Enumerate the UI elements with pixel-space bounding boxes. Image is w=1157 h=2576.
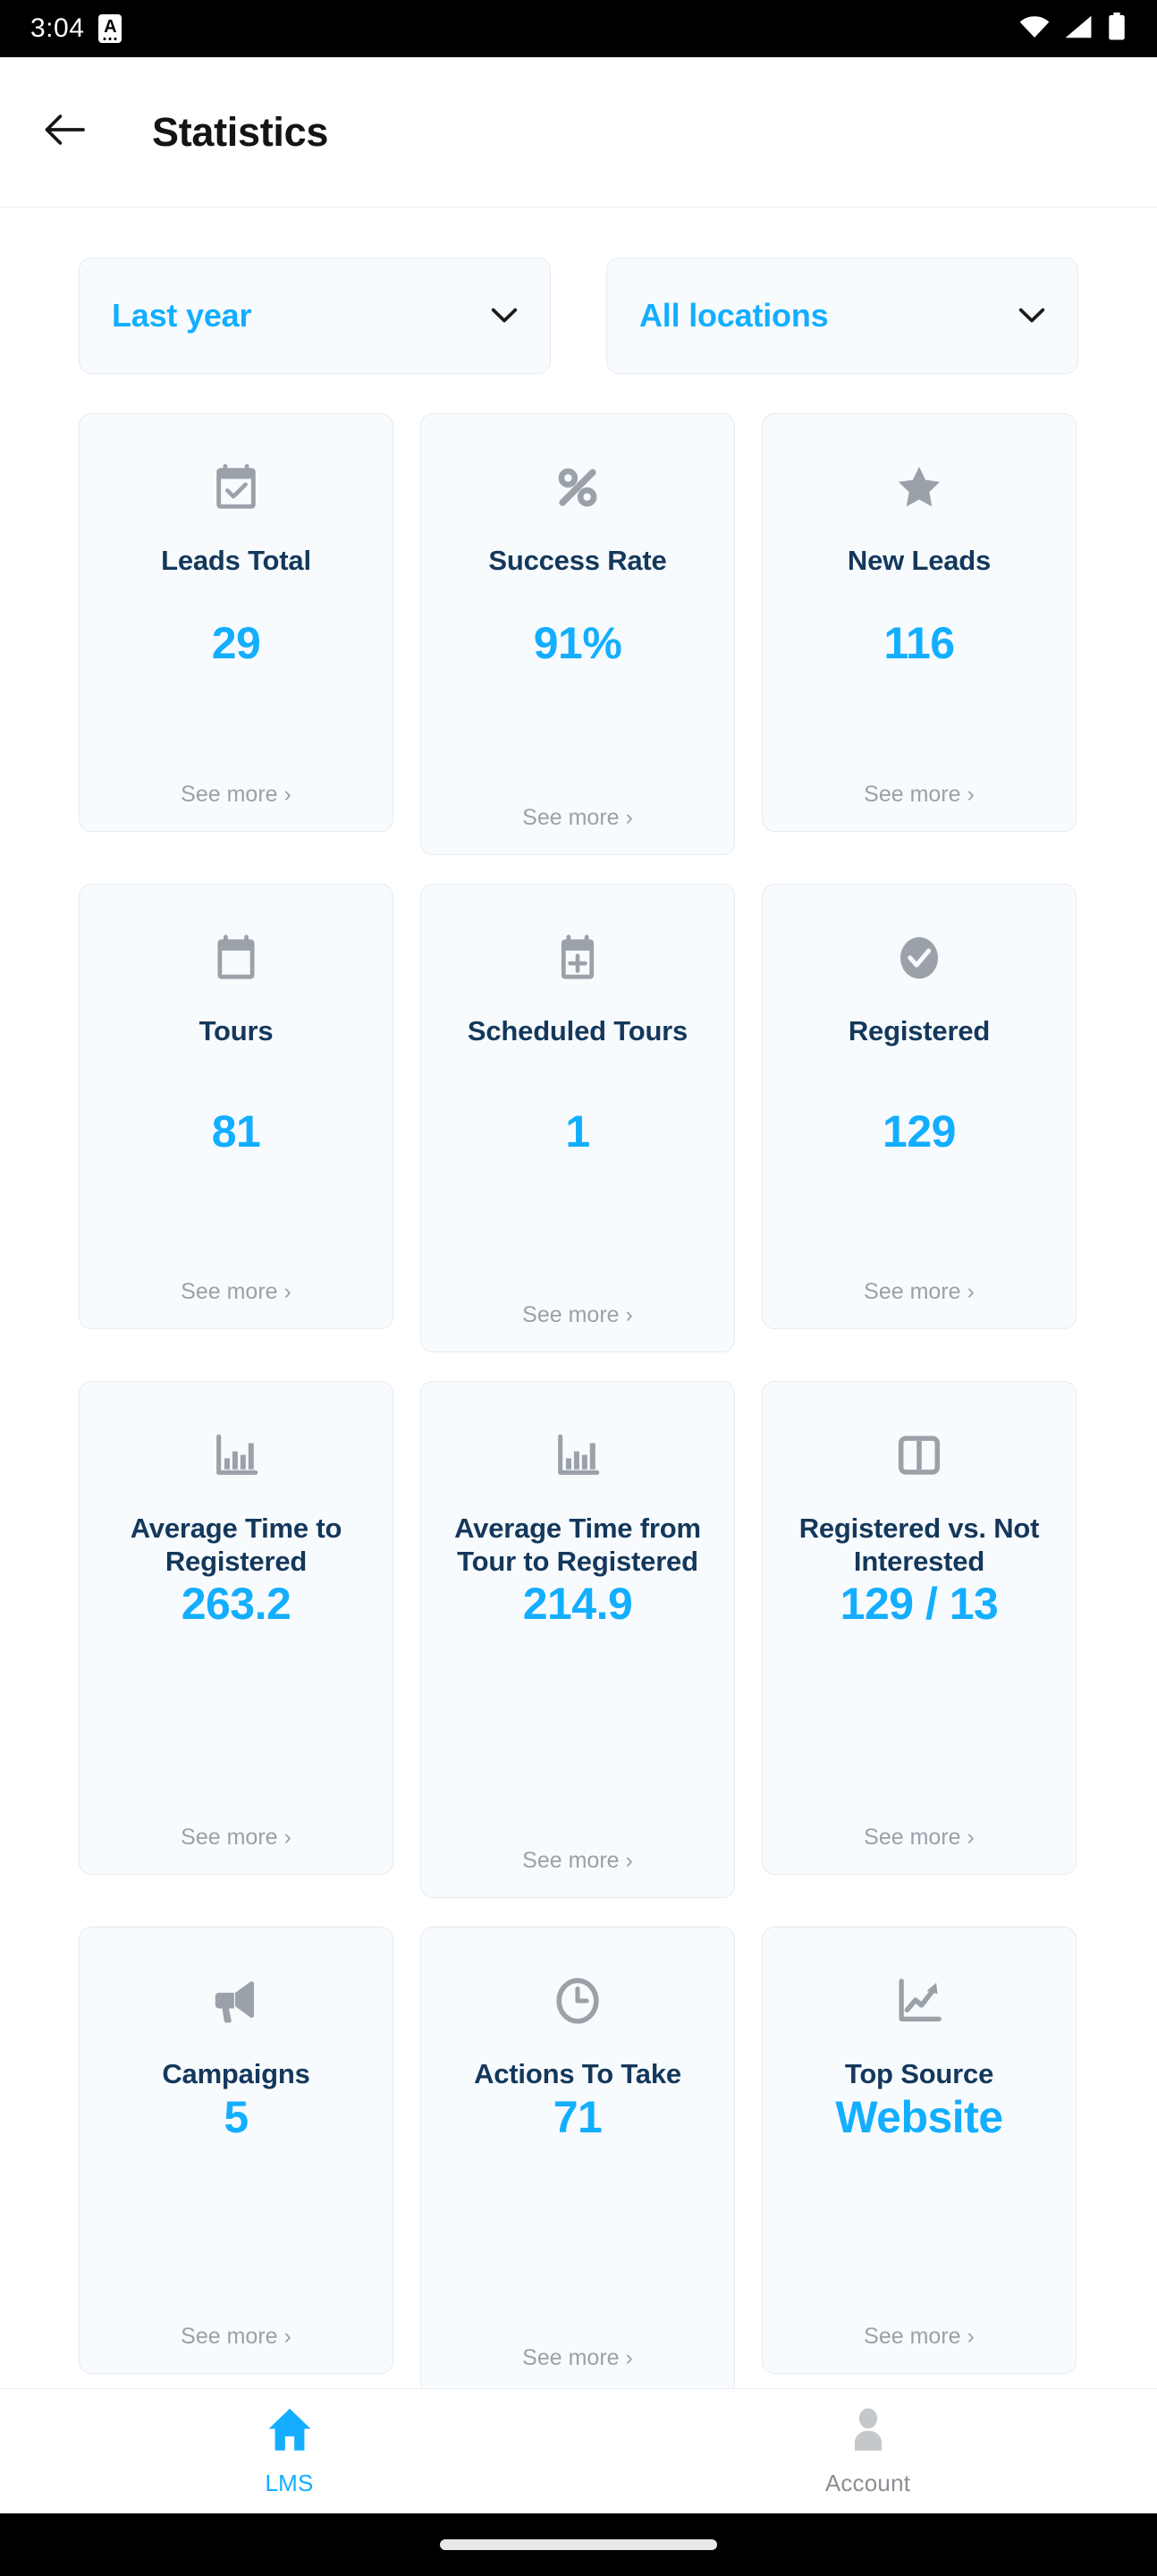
status-time: 3:04 [30,13,85,43]
battery-icon [1107,12,1127,46]
statistics-card-grid: Leads Total 29 See more › Success Rate 9… [0,374,1157,2388]
card-value: 116 [883,617,955,668]
calendar-grid-icon [210,920,262,996]
card-title: Registered vs. Not Interested [798,1513,1040,1577]
back-button[interactable] [21,89,107,175]
stat-card-success-rate[interactable]: Success Rate 91% See more › [420,413,735,855]
split-columns-icon [893,1418,945,1493]
calendar-plus-icon [552,920,604,996]
filter-row: Last year All locations [0,208,1157,374]
card-title: Scheduled Tours [467,1015,688,1046]
card-value: 29 [211,617,261,668]
clock-icon [552,1963,604,2038]
card-value: 129 / 13 [840,1579,999,1630]
stat-card-actions-to-take[interactable]: Actions To Take 71 See more › [420,1927,735,2388]
card-title: Average Time from Tour to Registered [454,1513,701,1577]
stat-card-scheduled-tours[interactable]: Scheduled Tours 1 See more › [420,884,735,1352]
card-title: Tours [198,1015,274,1046]
card-title: Campaigns [162,2058,310,2089]
see-more-link[interactable]: See more › [864,2324,975,2350]
cellular-signal-icon [1064,15,1093,43]
card-title: Top Source [844,2058,994,2089]
location-filter-label: All locations [639,297,829,334]
see-more-link[interactable]: See more › [181,2324,291,2350]
percent-icon [552,450,604,525]
stat-card-tours[interactable]: Tours 81 See more › [79,884,393,1329]
home-icon [266,2406,314,2457]
nav-label: LMS [265,2469,314,2496]
see-more-link[interactable]: See more › [181,1279,291,1305]
card-value: 1 [565,1106,590,1157]
calendar-check-icon [210,450,262,525]
chevron-down-icon [1018,302,1045,329]
nav-item-lms[interactable]: LMS [0,2389,578,2513]
card-row: Average Time to Registered 263.2 See mor… [79,1381,1078,1898]
stat-card-campaigns[interactable]: Campaigns 5 See more › [79,1927,393,2374]
see-more-link[interactable]: See more › [522,1848,633,1874]
card-value: 5 [224,2091,249,2142]
card-value: 129 [883,1106,956,1157]
card-value: 71 [553,2091,603,2142]
see-more-link[interactable]: See more › [522,1302,633,1328]
period-filter-label: Last year [112,297,252,334]
check-circle-icon [893,920,945,996]
see-more-link[interactable]: See more › [522,2345,633,2371]
system-gesture-bar [0,2513,1157,2576]
megaphone-icon [210,1963,262,2038]
gesture-pill[interactable] [440,2539,717,2550]
location-filter-dropdown[interactable]: All locations [606,258,1078,374]
stat-card-average-time-to-registered[interactable]: Average Time to Registered 263.2 See mor… [79,1381,393,1875]
see-more-link[interactable]: See more › [864,1279,975,1305]
statistics-scroll-area[interactable]: Last year All locations Leads Total 29 S… [0,208,1157,2388]
card-row: Tours 81 See more › Scheduled Tours 1 Se… [79,884,1078,1352]
person-icon [846,2406,891,2457]
notification-badge-icon: A [98,14,122,43]
chevron-down-icon [491,302,518,329]
card-value: 91% [533,617,622,668]
stat-card-average-time-from-tour-to-registered[interactable]: Average Time from Tour to Registered 214… [420,1381,735,1898]
stat-card-new-leads[interactable]: New Leads 116 See more › [762,413,1077,832]
see-more-link[interactable]: See more › [181,782,291,808]
wifi-icon [1019,15,1050,43]
bottom-navigation-bar: LMS Account [0,2388,1157,2513]
card-title: New Leads [847,545,992,576]
nav-label: Account [824,2469,911,2496]
card-row: Leads Total 29 See more › Success Rate 9… [79,413,1078,855]
trending-up-icon [893,1963,945,2038]
card-row: Campaigns 5 See more › Actions To Take 7… [79,1927,1078,2388]
page-title: Statistics [152,108,329,155]
see-more-link[interactable]: See more › [522,805,633,831]
see-more-link[interactable]: See more › [864,1825,975,1851]
card-title: Actions To Take [474,2058,681,2089]
status-bar: 3:04 A [0,0,1157,57]
bar-chart-icon [210,1418,262,1493]
stat-card-registered-vs-not-interested[interactable]: Registered vs. Not Interested 129 / 13 S… [762,1381,1077,1875]
card-title: Registered [848,1015,991,1046]
card-title: Leads Total [161,545,311,576]
card-value: Website [835,2091,1003,2142]
card-title: Average Time to Registered [130,1513,342,1577]
see-more-link[interactable]: See more › [181,1825,291,1851]
stat-card-top-source[interactable]: Top Source Website See more › [762,1927,1077,2374]
card-value: 81 [211,1106,261,1157]
stat-card-registered[interactable]: Registered 129 See more › [762,884,1077,1329]
card-title: Success Rate [488,545,667,576]
card-value: 214.9 [522,1579,633,1630]
star-icon [893,450,945,525]
card-value: 263.2 [181,1579,291,1630]
bar-chart-icon [552,1418,604,1493]
period-filter-dropdown[interactable]: Last year [79,258,551,374]
nav-item-account[interactable]: Account [578,2389,1157,2513]
back-arrow-icon [44,112,85,152]
stat-card-leads-total[interactable]: Leads Total 29 See more › [79,413,393,832]
see-more-link[interactable]: See more › [864,782,975,808]
app-header: Statistics [0,57,1157,208]
